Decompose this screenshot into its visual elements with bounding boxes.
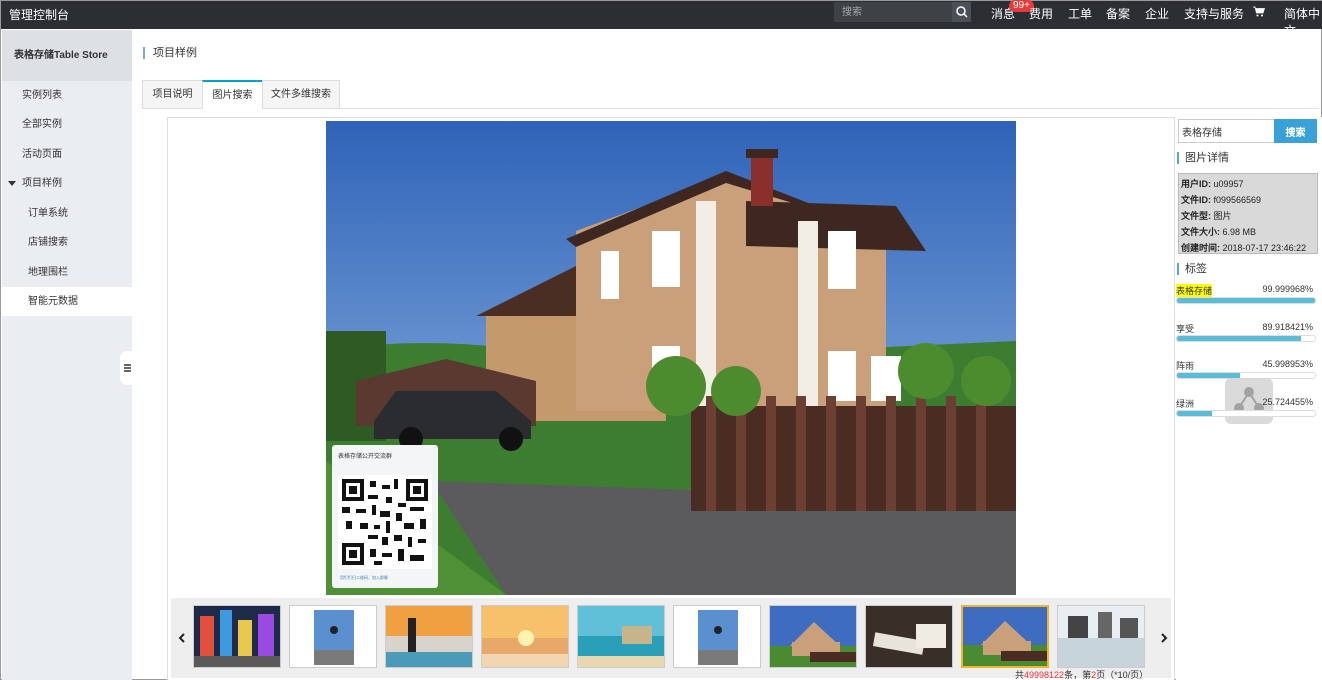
detail-key: 文件ID: [1181,195,1211,205]
sidebar-item-geofence[interactable]: 地理围栏 [2,258,132,287]
detail-user-id: 用户ID: u09957 [1181,177,1244,190]
thumbnail[interactable] [577,605,665,668]
search-icon[interactable] [952,2,971,22]
tag-bar-fill [1177,336,1302,341]
top-bar: 管理控制台 消息 99+ 费用 工单 备案 企业 支持与服务 简体中文 [1,0,1322,38]
sidebar-item-samples[interactable]: 项目样例 [2,169,132,198]
nav-tickets[interactable]: 工单 [1068,5,1092,22]
detail-key: 文件型: [1181,211,1211,221]
detail-value: 2018-07-17 23:46:22 [1222,243,1307,253]
nav-icp[interactable]: 备案 [1106,5,1130,22]
tags-title: 标签 [1177,263,1207,275]
tag-percent: 25.724455% [1262,397,1313,407]
tag-confidence-bar [1176,297,1316,304]
thumbnail-strip [171,598,1171,678]
tag-percent: 99.999968% [1262,284,1313,294]
detail-created-at: 创建时间: 2018-07-17 23:46:22 [1181,241,1306,254]
chevron-right-icon[interactable] [1157,628,1171,648]
detail-value: f099566569 [1213,195,1262,205]
sidebar-item-activity[interactable]: 活动页面 [2,140,132,169]
detail-file-size: 文件大小: 6.98 MB [1181,225,1256,238]
tag-bar-fill [1177,298,1315,303]
details-title: 图片详情 [1177,152,1229,164]
detail-key: 用户ID: [1181,179,1211,189]
sidebar-item-smart-metadata[interactable]: 智能元数据 [2,287,132,316]
qr-card: 表格存储公开交流群 用钉钉扫二维码，加入群聊 [332,445,438,588]
thumbnail[interactable] [385,605,473,668]
pager-mid: 条，第 [1064,670,1092,680]
sidebar-item-shop-search[interactable]: 店铺搜索 [2,228,132,257]
tag-bar-fill [1177,411,1213,416]
menu-icon [124,364,131,372]
thumbnail[interactable] [1057,605,1145,668]
sidebar-item-order-system[interactable]: 订单系统 [2,199,132,228]
detail-key: 文件大小: [1181,227,1220,237]
detail-key: 创建时间: [1181,243,1220,253]
tag-search-button[interactable]: 搜索 [1274,119,1317,143]
pager-suffix: 页（*10/页） [1096,670,1149,680]
tag-name: 阵雨 [1176,361,1195,371]
tag-name: 绿洲 [1176,399,1195,409]
detail-file-type: 文件型: 图片 [1181,209,1232,222]
tab-file-search[interactable]: 文件多维搜索 [262,80,340,109]
tab-project-intro[interactable]: 项目说明 [142,80,203,109]
qr-card-title: 表格存储公开交流群 [338,454,393,460]
thumbnail[interactable] [865,605,953,668]
product-title[interactable]: 表格存储Table Store [2,30,132,81]
cart-icon[interactable] [1253,6,1266,20]
detail-value: u09957 [1213,179,1244,189]
thumbnail[interactable] [481,605,569,668]
tag-percent: 89.918421% [1262,322,1313,332]
global-search-input[interactable] [834,2,952,22]
thumbnail[interactable] [289,605,377,668]
qr-code [338,475,432,569]
sidebar-item-instance-list[interactable]: 实例列表 [2,81,132,110]
pager-total: 49998122 [1024,670,1065,680]
tag-confidence-bar [1176,335,1316,342]
sidebar-collapse-handle[interactable] [120,351,134,385]
tag-name: 享受 [1176,324,1195,334]
tag-search-input[interactable] [1178,119,1275,143]
console-title[interactable]: 管理控制台 [9,6,69,23]
sidebar: 表格存储Table Store 实例列表 全部实例 活动页面 项目样例 订单系统… [2,30,132,680]
sidebar-item-samples-label: 项目样例 [22,178,62,189]
pager-prefix: 共 [1015,670,1025,680]
tab-divider [339,108,1319,109]
tab-image-search[interactable]: 图片搜索 [202,80,263,109]
image-details: 用户ID: u09957 文件ID: f099566569 文件型: 图片 文件… [1178,173,1318,254]
detail-file-id: 文件ID: f099566569 [1181,193,1261,206]
nav-language[interactable]: 简体中文 [1284,5,1322,39]
nav-support[interactable]: 支持与服务 [1184,5,1244,22]
thumbnail[interactable] [769,605,857,668]
thumbnail-selected[interactable] [961,605,1049,668]
page-title: 项目样例 [143,47,197,59]
tag-name: 表格存储 [1176,284,1213,297]
nav-billing[interactable]: 费用 [1029,5,1053,22]
caret-down-icon [8,181,16,186]
thumbnail[interactable] [193,605,281,668]
detail-value: 图片 [1213,211,1232,221]
nav-enterprise[interactable]: 企业 [1145,5,1169,22]
qr-card-footer: 用钉钉扫二维码，加入群聊 [340,575,388,580]
detail-value: 6.98 MB [1222,227,1257,237]
thumbnail[interactable] [673,605,761,668]
tag-percent: 45.998953% [1262,359,1313,369]
tag-confidence-bar [1176,410,1316,417]
sidebar-item-all-instances[interactable]: 全部实例 [2,110,132,139]
pagination-info: 共49998122条，第2页（*10/页） [1015,668,1148,680]
global-search [834,2,971,22]
chevron-left-icon[interactable] [175,628,189,648]
